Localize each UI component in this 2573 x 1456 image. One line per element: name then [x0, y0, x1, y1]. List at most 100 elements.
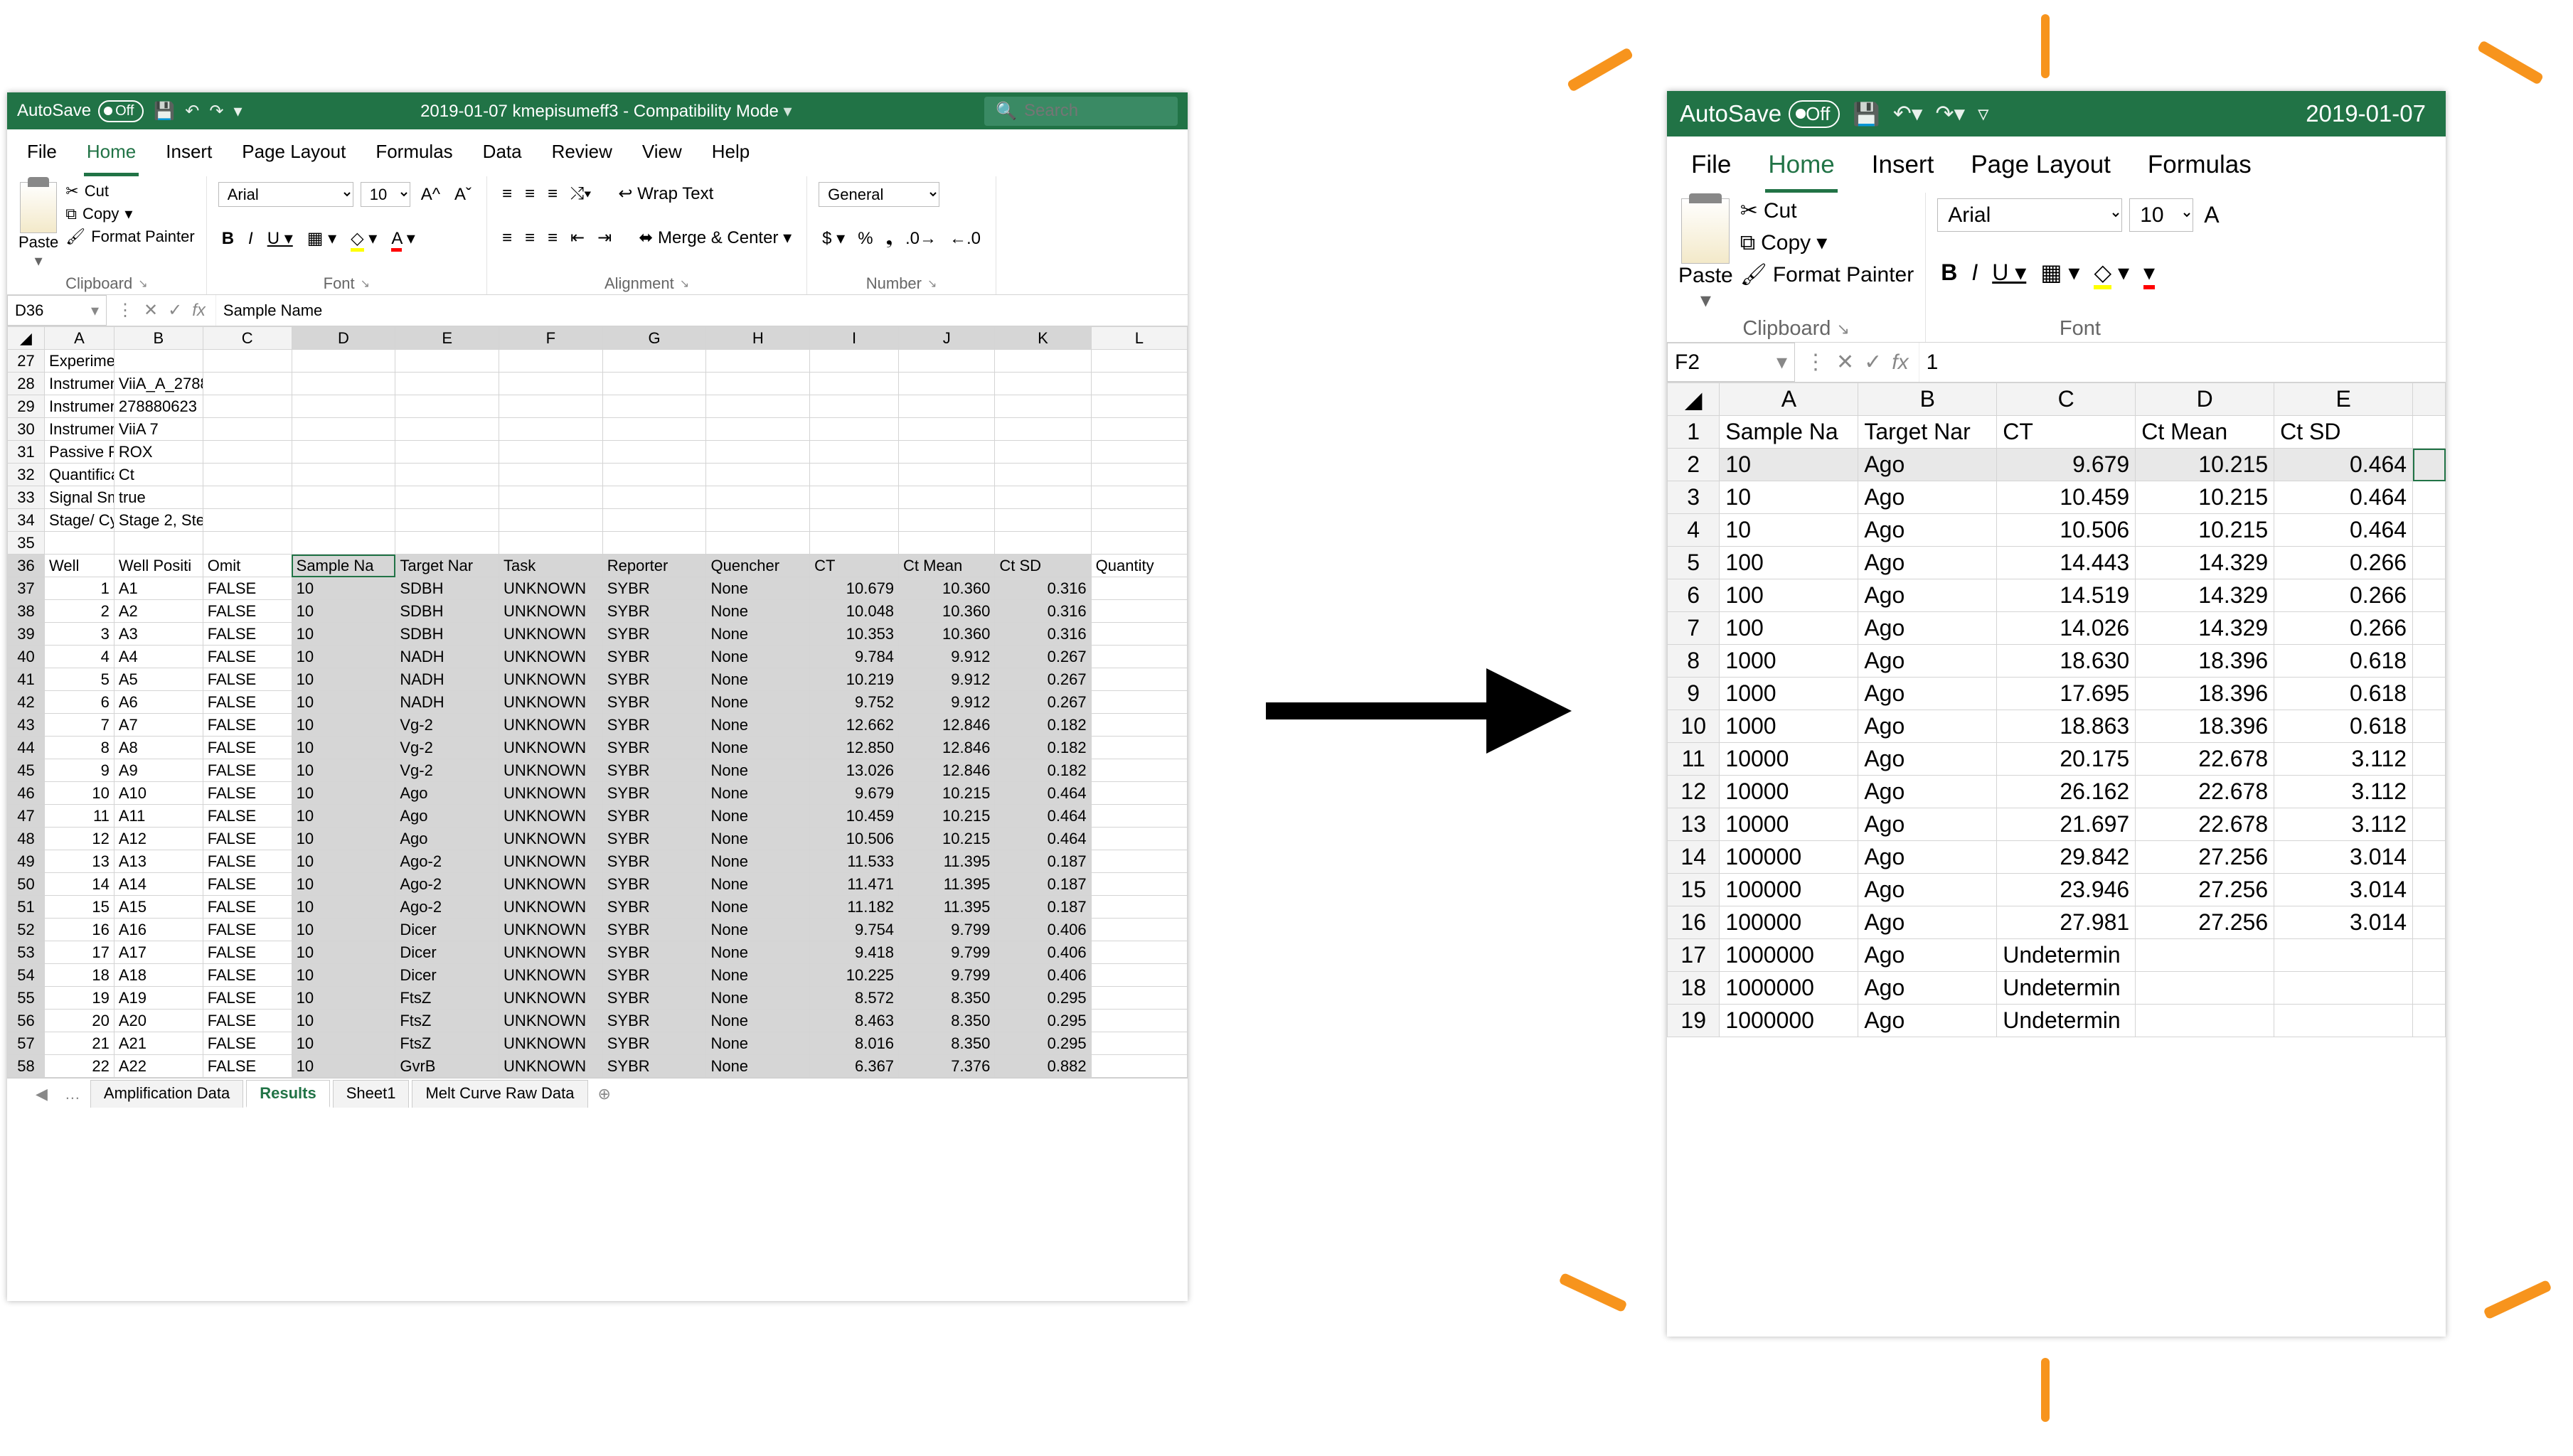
paste-button[interactable]: Paste ▾ — [18, 182, 58, 270]
table-row[interactable]: 28InstrumentViiA_A_278880623 — [8, 373, 1188, 395]
cancel-icon[interactable]: ✕ — [144, 300, 158, 321]
tab-nav-more-icon[interactable]: … — [58, 1085, 87, 1103]
row-header[interactable]: 43 — [8, 714, 45, 737]
row-header[interactable]: 34 — [8, 509, 45, 532]
row-header[interactable]: 11 — [1668, 743, 1720, 776]
table-row[interactable]: 5317A17FALSE10DicerUNKNOWNSYBRNone9.4189… — [8, 941, 1188, 964]
sheet-tab[interactable]: Results — [246, 1080, 329, 1108]
format-painter-button[interactable]: 🖌Format Painter — [65, 228, 194, 246]
row-header[interactable]: 38 — [8, 600, 45, 623]
row-header[interactable]: 1 — [1668, 416, 1720, 449]
table-row[interactable]: 91000Ago17.69518.3960.618 — [1668, 678, 2446, 710]
row-header[interactable]: 55 — [8, 987, 45, 1010]
table-row[interactable]: 459A9FALSE10Vg-2UNKNOWNSYBRNone13.02612.… — [8, 759, 1188, 782]
align-right-button[interactable]: ≡ — [544, 227, 561, 250]
row-header[interactable]: 15 — [1668, 874, 1720, 906]
row-header[interactable]: 7 — [1668, 612, 1720, 645]
col-header[interactable]: D — [292, 327, 395, 350]
dialog-launcher-icon[interactable]: ↘ — [680, 277, 689, 291]
table-row[interactable]: 4610A10FALSE10AgoUNKNOWNSYBRNone9.67910.… — [8, 782, 1188, 805]
enter-icon[interactable]: ✓ — [168, 300, 182, 321]
row-header[interactable]: 6 — [1668, 579, 1720, 612]
table-row[interactable]: 31Passive ReROX — [8, 441, 1188, 464]
grow-font-button[interactable]: A^ — [417, 183, 444, 206]
table-row[interactable]: 4711A11FALSE10AgoUNKNOWNSYBRNone10.45910… — [8, 805, 1188, 828]
paste-button[interactable]: Paste ▾ — [1678, 198, 1733, 313]
tab-file[interactable]: File — [1688, 146, 1734, 193]
table-row[interactable]: 5115A15FALSE10Ago-2UNKNOWNSYBRNone11.182… — [8, 896, 1188, 919]
indent-increase-button[interactable]: ⇥ — [594, 226, 615, 250]
table-row[interactable]: 34Stage/ CycStage 2, Step 2 — [8, 509, 1188, 532]
autosave-toggle[interactable]: Off — [98, 100, 144, 122]
row-header[interactable]: 28 — [8, 373, 45, 395]
col-header[interactable]: C — [1997, 383, 2136, 416]
font-color-button[interactable]: ▾ — [2140, 257, 2158, 287]
tab-home[interactable]: Home — [1765, 146, 1837, 193]
table-row[interactable]: 15100000Ago23.94627.2563.014 — [1668, 874, 2446, 906]
table-row[interactable]: 171000000AgoUndetermin — [1668, 939, 2446, 972]
align-bottom-button[interactable]: ≡ — [544, 183, 561, 205]
row-header[interactable]: 58 — [8, 1055, 45, 1078]
col-header[interactable]: C — [203, 327, 292, 350]
table-row[interactable]: 5014A14FALSE10Ago-2UNKNOWNSYBRNone11.471… — [8, 873, 1188, 896]
row-header[interactable]: 12 — [1668, 776, 1720, 808]
tab-file[interactable]: File — [24, 136, 60, 176]
row-header[interactable]: 14 — [1668, 841, 1720, 874]
table-row[interactable]: 426A6FALSE10NADHUNKNOWNSYBRNone9.7529.91… — [8, 691, 1188, 714]
search-box[interactable]: 🔍 — [984, 97, 1178, 126]
borders-button[interactable]: ▦ ▾ — [304, 227, 340, 250]
dialog-launcher-icon[interactable]: ↘ — [138, 277, 147, 291]
name-box[interactable]: D36▾ — [7, 295, 107, 326]
format-painter-button[interactable]: 🖌Format Painter — [1740, 262, 1914, 287]
table-row[interactable]: 36WellWell PositiOmitSample NaTarget Nar… — [8, 555, 1188, 577]
row-header[interactable]: 36 — [8, 555, 45, 577]
autosave[interactable]: AutoSave Off — [1680, 100, 1840, 128]
row-header[interactable]: 18 — [1668, 972, 1720, 1005]
enter-icon[interactable]: ✓ — [1864, 350, 1882, 375]
table-row[interactable]: 448A8FALSE10Vg-2UNKNOWNSYBRNone12.85012.… — [8, 737, 1188, 759]
table-row[interactable]: 1Sample NaTarget NarCTCt MeanCt SD — [1668, 416, 2446, 449]
row-header[interactable]: 16 — [1668, 906, 1720, 939]
col-header[interactable]: A — [1720, 383, 1858, 416]
col-header[interactable]: G — [602, 327, 706, 350]
shrink-font-button[interactable]: Aˇ — [451, 183, 475, 206]
col-header[interactable]: L — [1091, 327, 1187, 350]
table-row[interactable]: 14100000Ago29.84227.2563.014 — [1668, 841, 2446, 874]
decrease-decimal-button[interactable]: ←.0 — [946, 228, 984, 250]
table-row[interactable]: 4913A13FALSE10Ago-2UNKNOWNSYBRNone11.533… — [8, 850, 1188, 873]
table-row[interactable]: 181000000AgoUndetermin — [1668, 972, 2446, 1005]
row-header[interactable]: 19 — [1668, 1005, 1720, 1037]
row-header[interactable]: 46 — [8, 782, 45, 805]
row-header[interactable]: 49 — [8, 850, 45, 873]
row-header[interactable]: 37 — [8, 577, 45, 600]
row-header[interactable]: 54 — [8, 964, 45, 987]
underline-button[interactable]: U ▾ — [264, 227, 297, 250]
copy-button[interactable]: ⧉Copy ▾ — [1740, 230, 1914, 255]
autosave-toggle[interactable]: Off — [1789, 100, 1840, 128]
indent-decrease-button[interactable]: ⇤ — [567, 226, 588, 250]
table-row[interactable]: 5100Ago14.44314.3290.266 — [1668, 547, 2446, 579]
row-header[interactable]: 39 — [8, 623, 45, 646]
qat-more-icon[interactable]: ▿ — [1978, 101, 1989, 127]
dialog-launcher-icon[interactable]: ↘ — [1836, 320, 1849, 338]
font-name-select[interactable]: Arial — [218, 182, 353, 207]
row-header[interactable]: 9 — [1668, 678, 1720, 710]
undo-icon[interactable]: ↶▾ — [1893, 101, 1923, 127]
col-header[interactable]: B — [1858, 383, 1997, 416]
table-row[interactable]: 5822A22FALSE10GvrBUNKNOWNSYBRNone6.3677.… — [8, 1055, 1188, 1078]
table-row[interactable]: 210Ago9.67910.2150.464 — [1668, 449, 2446, 481]
row-header[interactable]: 30 — [8, 418, 45, 441]
tab-formulas[interactable]: Formulas — [373, 136, 455, 176]
fill-color-button[interactable]: ◇ ▾ — [347, 227, 380, 250]
row-header[interactable]: 17 — [1668, 939, 1720, 972]
increase-decimal-button[interactable]: .0→ — [902, 228, 940, 250]
cancel-icon[interactable]: ✕ — [1836, 350, 1854, 375]
row-header[interactable]: 4 — [1668, 514, 1720, 547]
table-row[interactable]: 415A5FALSE10NADHUNKNOWNSYBRNone10.2199.9… — [8, 668, 1188, 691]
row-header[interactable]: 10 — [1668, 710, 1720, 743]
name-box[interactable]: F2▾ — [1667, 343, 1795, 382]
tab-nav-prev-icon[interactable]: ◀ — [28, 1085, 55, 1103]
sheet-tab[interactable]: Melt Curve Raw Data — [412, 1080, 587, 1108]
row-header[interactable]: 48 — [8, 828, 45, 850]
redo-icon[interactable]: ↷ — [209, 101, 223, 122]
